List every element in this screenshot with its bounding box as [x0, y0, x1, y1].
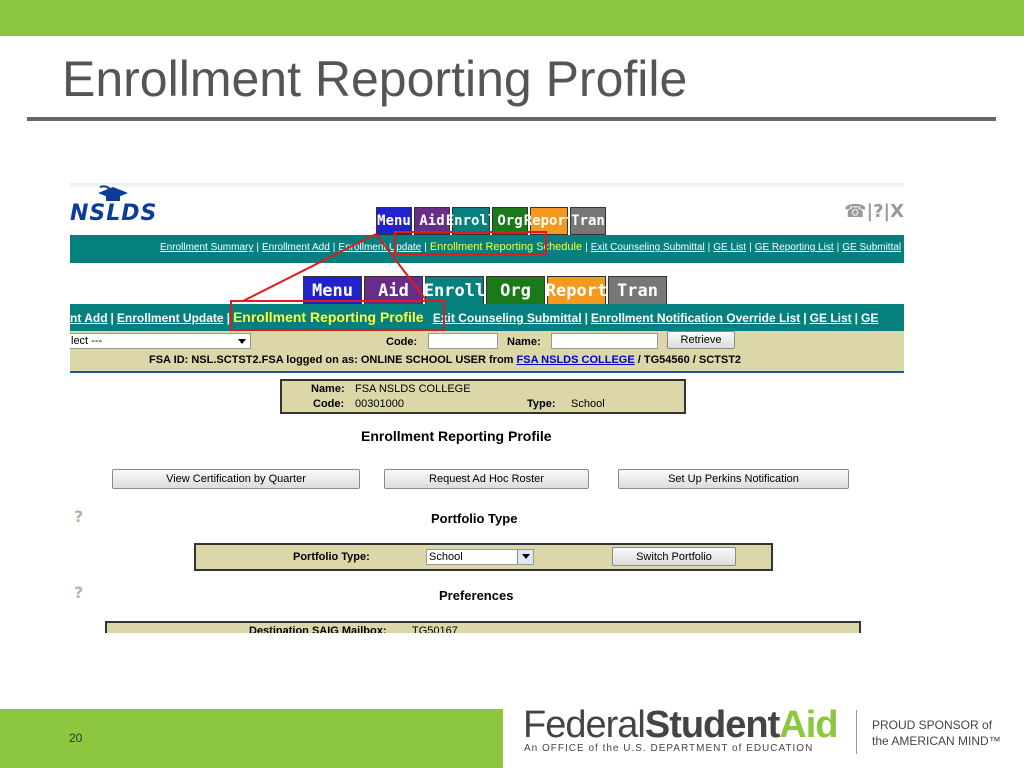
big-link-enrollment-update[interactable]: Enrollment Update [117, 311, 224, 325]
portfolio-box: Portfolio Type: School Switch Portfolio [194, 543, 773, 571]
fsa-subtitle: An OFFICE of the U.S. DEPARTMENT of EDUC… [524, 743, 814, 754]
status-line: FSA ID: NSL.SCTST2.FSA logged on as: ONL… [149, 354, 741, 366]
info-type-value: School [571, 398, 605, 410]
mailbox-label: Destination SAIG Mailbox: [249, 625, 387, 633]
slide: Enrollment Reporting Profile NSLDS ☎|?|X… [0, 0, 1024, 768]
page-number: 20 [69, 731, 83, 745]
link-ge-list[interactable]: GE List [713, 242, 746, 253]
big-link-row: nt Add | Enrollment Update | Enrollment Repo… [70, 309, 879, 325]
school-link[interactable]: FSA NSLDS COLLEGE [517, 354, 635, 366]
preferences-heading: Preferences [439, 588, 514, 603]
info-name-value: FSA NSLDS COLLEGE [355, 383, 471, 395]
link-ge-reporting-list[interactable]: GE Reporting List [755, 242, 834, 253]
help-icon[interactable]: ? [74, 583, 83, 602]
slide-title: Enrollment Reporting Profile [62, 51, 688, 107]
code-input[interactable] [428, 333, 498, 349]
sponsor-line-2: the AMERICAN MIND™ [872, 734, 1001, 748]
lookup-select[interactable]: lect --- [70, 333, 251, 349]
chevron-down-icon [238, 339, 246, 344]
lookup-select-value: lect --- [71, 335, 103, 347]
link-enrollment-add[interactable]: Enrollment Add [262, 242, 330, 253]
link-enrollment-summary[interactable]: Enrollment Summary [160, 242, 253, 253]
big-link-ge[interactable]: GE [861, 311, 878, 325]
school-info-box: Name: FSA NSLDS COLLEGE Code: 00301000 T… [280, 379, 686, 414]
big-link-enrollment-notification-override-list[interactable]: Enrollment Notification Override List [591, 311, 800, 325]
info-code-value: 00301000 [355, 398, 404, 410]
portfolio-type-value: School [429, 551, 463, 563]
big-nav-report[interactable]: Report [546, 276, 607, 306]
screenshot-top-edge [70, 183, 904, 189]
big-link-exit-counseling-submittal[interactable]: Exit Counseling Submittal [433, 311, 582, 325]
link-ge-submittal[interactable]: GE Submittal [842, 242, 901, 253]
mailbox-value: TG50167 [412, 625, 458, 633]
info-name-label: Name: [311, 383, 345, 395]
nslds-logo: NSLDS [70, 201, 158, 226]
big-link-ge-list[interactable]: GE List [810, 311, 852, 325]
portfolio-heading: Portfolio Type [431, 511, 518, 526]
top-accent-bar [0, 0, 1024, 36]
chevron-down-icon [522, 554, 530, 559]
brand-word-1: Federal [523, 704, 646, 746]
big-nav-org[interactable]: Org [486, 276, 545, 306]
fsa-logo: FederalStudentAid [523, 704, 839, 747]
preferences-box: Destination SAIG Mailbox: TG50167 [105, 621, 861, 633]
brand-word-3: Aid [779, 704, 838, 746]
small-nav-tran[interactable]: Tran [570, 207, 606, 235]
highlight-box-schedule [394, 231, 547, 255]
big-nav-tran[interactable]: Tran [608, 276, 667, 306]
page-heading: Enrollment Reporting Profile [361, 428, 552, 444]
footer-divider [856, 710, 857, 754]
switch-portfolio-button[interactable]: Switch Portfolio [612, 547, 736, 566]
brand-word-2: Student [644, 704, 780, 746]
big-link-enrollment-add[interactable]: nt Add [70, 311, 108, 325]
status-suffix: / TG54560 / SCTST2 [637, 354, 742, 366]
select-button [517, 550, 533, 564]
highlight-box-profile [230, 300, 445, 331]
help-icon[interactable]: ? [74, 507, 83, 526]
code-label: Code: [386, 336, 418, 348]
portfolio-type-label: Portfolio Type: [293, 551, 370, 563]
portfolio-type-select[interactable]: School [426, 549, 534, 565]
status-divider [70, 371, 904, 373]
link-exit-counseling-submittal[interactable]: Exit Counseling Submittal [591, 242, 705, 253]
name-label: Name: [507, 336, 541, 348]
nslds-screenshot: NSLDS ☎|?|X Menu Aid Enroll Org Report T… [70, 183, 904, 633]
info-type-label: Type: [527, 398, 556, 410]
request-roster-button[interactable]: Request Ad Hoc Roster [384, 469, 589, 489]
set-up-perkins-button[interactable]: Set Up Perkins Notification [618, 469, 849, 489]
toolbar-icons[interactable]: ☎|?|X [844, 201, 904, 222]
view-certification-button[interactable]: View Certification by Quarter [112, 469, 360, 489]
sponsor-text: PROUD SPONSOR of the AMERICAN MIND™ [872, 717, 1001, 749]
info-code-label: Code: [313, 398, 345, 410]
title-divider [27, 117, 996, 121]
name-input[interactable] [551, 333, 658, 349]
status-prefix: FSA ID: NSL.SCTST2.FSA logged on as: ONL… [149, 354, 514, 366]
sponsor-line-1: PROUD SPONSOR of [872, 718, 993, 732]
retrieve-button[interactable]: Retrieve [667, 331, 735, 349]
